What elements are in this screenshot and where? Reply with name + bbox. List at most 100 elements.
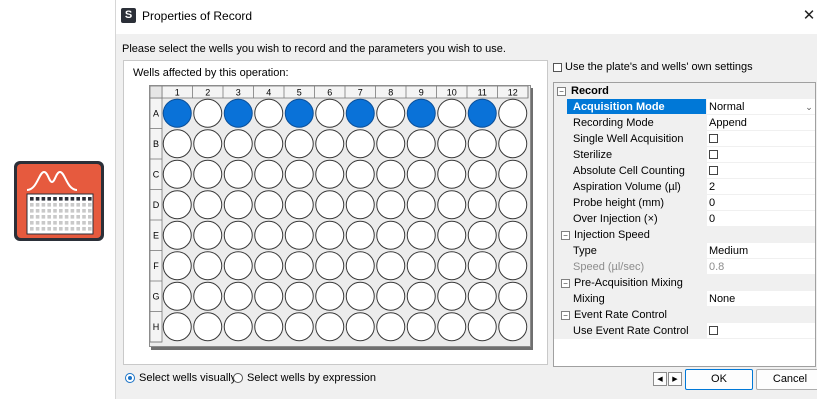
well-E7[interactable] [345, 220, 375, 250]
row-header-D[interactable]: D [153, 200, 160, 210]
category-record[interactable]: − Record [554, 83, 815, 99]
well-E4[interactable] [254, 220, 284, 250]
column-header-10[interactable]: 10 [447, 88, 457, 98]
select-all-corner[interactable] [150, 86, 163, 99]
well-F8[interactable] [376, 251, 406, 281]
well-F1[interactable] [162, 251, 192, 281]
well-F6[interactable] [315, 251, 345, 281]
well-G4[interactable] [254, 281, 284, 311]
well-G10[interactable] [437, 281, 467, 311]
collapse-icon[interactable]: − [561, 231, 570, 240]
select-expression-option[interactable]: Select wells by expression [233, 372, 376, 384]
well-G11[interactable] [467, 281, 497, 311]
column-header-12[interactable]: 12 [508, 88, 518, 98]
column-header-2[interactable]: 2 [205, 88, 210, 98]
prop-sterilize[interactable]: Sterilize [554, 147, 815, 163]
well-C9[interactable] [406, 159, 436, 189]
well-B2[interactable] [193, 129, 223, 159]
ok-button[interactable]: OK [685, 369, 753, 390]
collapse-icon[interactable]: − [557, 87, 566, 96]
select-visually-option[interactable]: Select wells visually [125, 372, 236, 384]
well-E8[interactable] [376, 220, 406, 250]
well-C2[interactable] [193, 159, 223, 189]
well-H11[interactable] [467, 312, 497, 342]
well-C7[interactable] [345, 159, 375, 189]
well-C3[interactable] [223, 159, 253, 189]
well-D10[interactable] [437, 190, 467, 220]
well-G7[interactable] [345, 281, 375, 311]
well-B11[interactable] [467, 129, 497, 159]
well-E5[interactable] [284, 220, 314, 250]
well-G1[interactable] [162, 281, 192, 311]
prop-injection-type[interactable]: Type Medium [554, 243, 815, 259]
well-F3[interactable] [223, 251, 253, 281]
well-B1[interactable] [162, 129, 192, 159]
cancel-button[interactable]: Cancel [756, 369, 817, 390]
well-F5[interactable] [284, 251, 314, 281]
prop-value[interactable]: Medium [706, 243, 748, 259]
prop-value[interactable]: 0 [706, 211, 715, 227]
column-header-7[interactable]: 7 [358, 88, 363, 98]
prop-value[interactable]: Normal [706, 99, 744, 115]
well-F10[interactable] [437, 251, 467, 281]
well-A2[interactable] [193, 98, 223, 128]
collapse-icon[interactable]: − [561, 279, 570, 288]
well-H1[interactable] [162, 312, 192, 342]
prop-use-event-rate-control[interactable]: Use Event Rate Control [554, 323, 815, 339]
well-A1[interactable] [162, 98, 192, 128]
well-A5[interactable] [284, 98, 314, 128]
column-header-5[interactable]: 5 [297, 88, 302, 98]
well-H10[interactable] [437, 312, 467, 342]
well-A3[interactable] [223, 98, 253, 128]
well-E1[interactable] [162, 220, 192, 250]
prop-single-well[interactable]: Single Well Acquisition [554, 131, 815, 147]
row-header-C[interactable]: C [153, 169, 160, 179]
prop-value[interactable]: Append [706, 115, 747, 131]
well-E12[interactable] [498, 220, 528, 250]
prop-value[interactable]: 0 [706, 195, 715, 211]
well-A6[interactable] [315, 98, 345, 128]
collapse-icon[interactable]: − [561, 311, 570, 320]
well-H4[interactable] [254, 312, 284, 342]
well-D6[interactable] [315, 190, 345, 220]
well-H12[interactable] [498, 312, 528, 342]
row-header-G[interactable]: G [152, 291, 159, 301]
well-A8[interactable] [376, 98, 406, 128]
well-C11[interactable] [467, 159, 497, 189]
row-header-F[interactable]: F [153, 261, 159, 271]
well-D4[interactable] [254, 190, 284, 220]
well-B4[interactable] [254, 129, 284, 159]
next-button[interactable]: ▶ [668, 372, 682, 386]
well-D12[interactable] [498, 190, 528, 220]
prop-over-injection[interactable]: Over Injection (×) 0 [554, 211, 815, 227]
row-header-A[interactable]: A [153, 108, 159, 118]
prop-value[interactable]: 2 [706, 179, 715, 195]
category-event-rate-control[interactable]: − Event Rate Control [554, 307, 815, 323]
well-F2[interactable] [193, 251, 223, 281]
prop-probe-height[interactable]: Probe height (mm) 0 [554, 195, 815, 211]
well-A10[interactable] [437, 98, 467, 128]
well-E11[interactable] [467, 220, 497, 250]
well-G3[interactable] [223, 281, 253, 311]
well-B10[interactable] [437, 129, 467, 159]
well-A11[interactable] [467, 98, 497, 128]
chevron-down-icon[interactable]: ⌄ [803, 99, 815, 115]
well-C1[interactable] [162, 159, 192, 189]
well-B12[interactable] [498, 129, 528, 159]
prop-aspiration-volume[interactable]: Aspiration Volume (µl) 2 [554, 179, 815, 195]
prop-recording-mode[interactable]: Recording Mode Append [554, 115, 815, 131]
category-injection-speed[interactable]: − Injection Speed [554, 227, 815, 243]
well-H9[interactable] [406, 312, 436, 342]
well-G9[interactable] [406, 281, 436, 311]
well-F4[interactable] [254, 251, 284, 281]
well-B6[interactable] [315, 129, 345, 159]
well-G8[interactable] [376, 281, 406, 311]
well-C8[interactable] [376, 159, 406, 189]
well-H6[interactable] [315, 312, 345, 342]
column-header-11[interactable]: 11 [478, 88, 487, 98]
well-B3[interactable] [223, 129, 253, 159]
well-H7[interactable] [345, 312, 375, 342]
sterilize-checkbox[interactable] [709, 150, 718, 159]
radio-expression[interactable] [233, 373, 243, 383]
row-header-B[interactable]: B [153, 139, 159, 149]
